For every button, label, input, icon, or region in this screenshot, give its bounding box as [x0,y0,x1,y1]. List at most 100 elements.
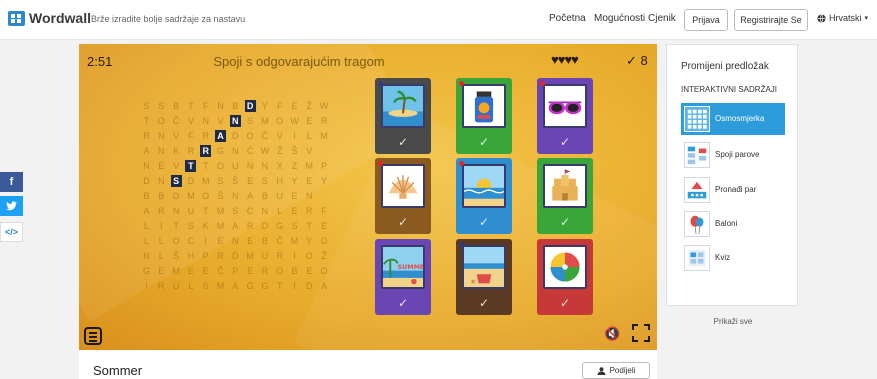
grid-letter[interactable]: N [156,175,167,187]
grid-letter[interactable]: M [215,205,226,217]
grid-letter[interactable]: M [200,175,211,187]
embed-button[interactable]: </> [0,222,23,242]
grid-letter[interactable]: O [274,115,285,127]
grid-letter[interactable]: A [245,190,256,202]
grid-letter[interactable]: N [230,235,241,247]
grid-letter[interactable]: O [319,265,330,277]
grid-letter[interactable]: R [319,115,330,127]
grid-letter[interactable]: S [245,115,256,127]
grid-letter[interactable]: Y [289,175,300,187]
grid-letter[interactable]: T [141,115,152,127]
nav-pricing[interactable]: Cjenik [648,13,676,24]
grid-letter[interactable]: U [185,205,196,217]
grid-letter[interactable]: F [200,100,211,112]
grid-letter[interactable]: E [245,175,256,187]
grid-letter[interactable]: G [245,280,256,292]
grid-letter[interactable]: I [289,280,300,292]
twitter-share-button[interactable] [0,196,23,216]
grid-letter[interactable]: A [141,205,152,217]
grid-letter[interactable]: V [215,115,226,127]
grid-letter[interactable]: N [229,115,241,127]
grid-letter[interactable]: L [274,205,285,217]
grid-letter[interactable]: R [156,205,167,217]
grid-letter[interactable]: L [156,250,167,262]
grid-letter[interactable]: I [289,250,300,262]
grid-letter[interactable]: O [245,130,256,142]
grid-letter[interactable]: A [215,130,226,142]
grid-letter[interactable]: Š [171,250,182,262]
grid-letter[interactable]: Š [289,145,300,157]
grid-letter[interactable]: S [230,205,241,217]
wordwall-logo[interactable]: Wordwall [8,10,91,26]
grid-letter[interactable]: F [185,130,196,142]
grid-letter[interactable]: S [289,220,300,232]
grid-letter[interactable]: N [200,115,211,127]
grid-letter[interactable]: P [200,250,211,262]
grid-letter[interactable]: T [185,160,197,172]
grid-letter[interactable]: V [274,130,285,142]
grid-letter[interactable]: R [156,280,167,292]
grid-letter[interactable]: Ž [319,250,330,262]
grid-letter[interactable]: I [289,130,300,142]
grid-letter[interactable]: M [259,115,270,127]
menu-button[interactable] [84,327,102,345]
grid-letter[interactable]: M [304,160,315,172]
login-button[interactable]: Prijava [684,9,728,31]
grid-letter[interactable]: G [215,145,226,157]
grid-letter[interactable]: L [156,235,167,247]
grid-letter[interactable]: M [289,235,300,247]
grid-letter[interactable]: N [245,160,256,172]
grid-letter[interactable]: Č [171,115,182,127]
grid-letter[interactable]: N [259,205,270,217]
template-match-up[interactable]: Spoji parove [681,139,785,171]
grid-letter[interactable]: R [200,130,211,142]
grid-letter[interactable]: R [141,130,152,142]
grid-letter[interactable]: Š [230,175,241,187]
nav-home[interactable]: Početna [549,13,586,24]
grid-letter[interactable]: D [141,175,152,187]
grid-letter[interactable]: V [171,160,182,172]
grid-letter[interactable]: E [304,175,315,187]
grid-letter[interactable]: A [319,280,330,292]
grid-letter[interactable]: G [274,220,285,232]
grid-letter[interactable]: N [230,190,241,202]
grid-letter[interactable]: R [245,220,256,232]
grid-letter[interactable]: U [274,190,285,202]
grid-letter[interactable]: S [156,100,167,112]
grid-letter[interactable]: T [171,220,182,232]
nav-features[interactable]: Mogućnosti [594,13,645,24]
grid-letter[interactable]: E [156,160,167,172]
grid-letter[interactable]: R [185,145,196,157]
grid-letter[interactable]: H [185,250,196,262]
grid-letter[interactable]: D [244,100,256,112]
picture-card-sunscreen[interactable]: ✓ [456,78,512,154]
grid-letter[interactable]: D [304,280,315,292]
grid-letter[interactable]: S [200,280,211,292]
grid-letter[interactable]: N [230,145,241,157]
template-find-match[interactable]: Pronađi par [681,174,785,206]
grid-letter[interactable]: B [156,190,167,202]
grid-letter[interactable]: I [200,235,211,247]
template-word-search[interactable]: Osmosmjerka [681,103,785,135]
grid-letter[interactable]: A [230,280,241,292]
grid-letter[interactable]: N [156,145,167,157]
grid-letter[interactable]: Ž [304,100,315,112]
grid-letter[interactable]: C [185,235,196,247]
grid-letter[interactable]: H [274,175,285,187]
grid-letter[interactable]: S [141,100,152,112]
grid-letter[interactable]: A [141,145,152,157]
grid-letter[interactable]: M [185,190,196,202]
fullscreen-icon[interactable] [632,324,650,342]
grid-letter[interactable]: U [259,250,270,262]
grid-letter[interactable]: E [319,220,330,232]
register-button[interactable]: Registrirajte Se [734,9,808,31]
grid-letter[interactable]: Ć [245,145,256,157]
grid-letter[interactable]: K [200,220,211,232]
grid-letter[interactable]: N [141,250,152,262]
picture-card-beach-scene[interactable]: SUMMER ✓ [375,239,431,315]
show-all-link[interactable]: Prikaži sve [681,317,785,326]
grid-letter[interactable]: C [245,205,256,217]
mute-icon[interactable]: 🔇 [604,326,620,342]
grid-letter[interactable]: E [304,265,315,277]
grid-letter[interactable]: S [215,175,226,187]
